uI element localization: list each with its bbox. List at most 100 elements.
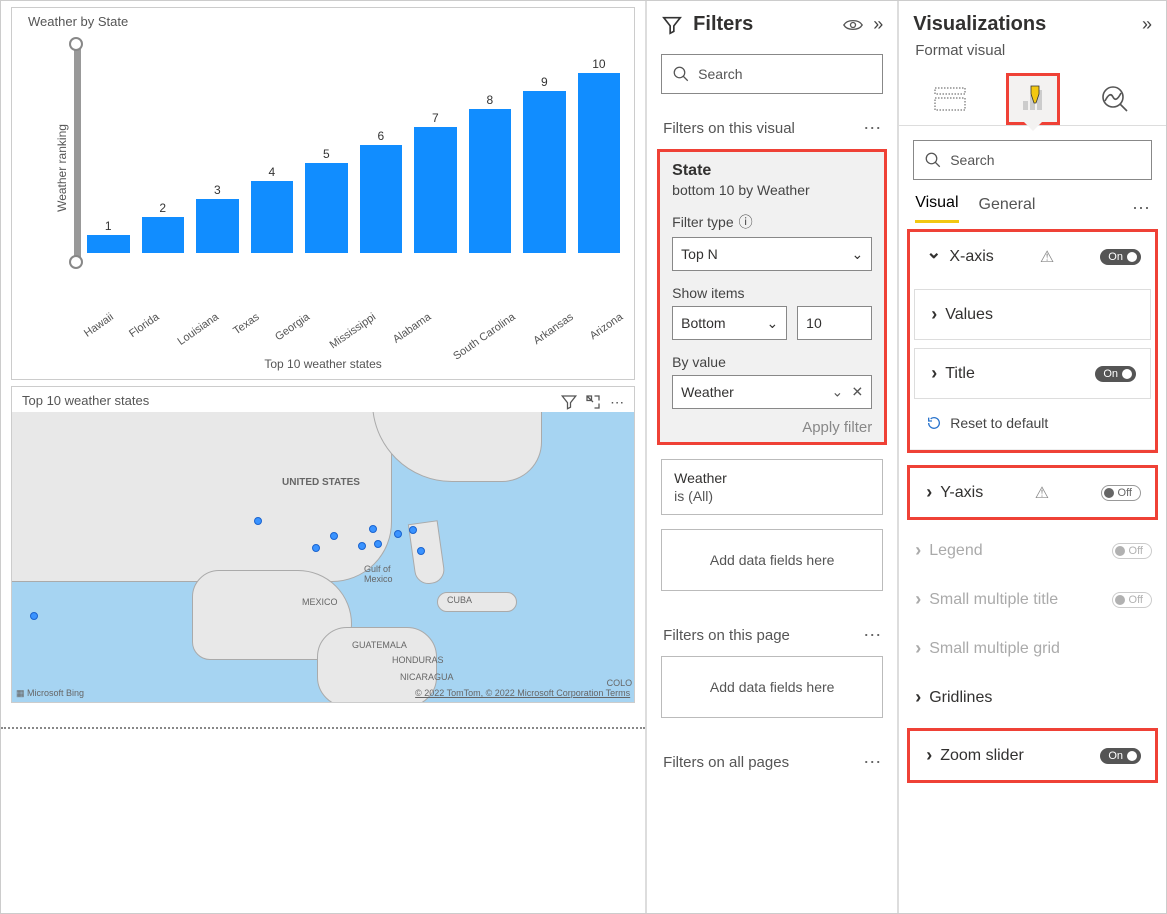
more-options-icon[interactable]: ⋯ bbox=[606, 391, 628, 413]
more-icon[interactable]: ⋯ bbox=[863, 752, 881, 773]
canvas-divider bbox=[1, 727, 645, 729]
bar-rect bbox=[87, 235, 130, 253]
eye-icon[interactable] bbox=[843, 18, 863, 32]
more-icon[interactable]: ⋯ bbox=[863, 625, 881, 646]
filter-weather-desc: is (All) bbox=[674, 488, 870, 504]
filter-card-state[interactable]: State bottom 10 by Weather Filter type ⓘ… bbox=[657, 149, 887, 445]
bar-value: 10 bbox=[592, 57, 605, 71]
map-visual[interactable]: Top 10 weather states ⋯ UNITED STATES ME… bbox=[11, 386, 635, 703]
bar-value: 8 bbox=[487, 93, 494, 107]
map-dot[interactable] bbox=[30, 612, 38, 620]
more-icon[interactable]: ⋯ bbox=[863, 118, 881, 139]
map-dot[interactable] bbox=[330, 532, 338, 540]
prop-title[interactable]: Title On bbox=[915, 349, 1150, 398]
bar-louisiana[interactable]: 3 bbox=[196, 183, 239, 253]
bar-rect bbox=[414, 127, 457, 253]
warning-icon: ⚠ bbox=[1040, 247, 1054, 267]
show-items-count-input[interactable]: 10 bbox=[797, 306, 872, 340]
collapse-icon[interactable]: » bbox=[1142, 14, 1152, 35]
x-label: South Carolina bbox=[451, 311, 539, 394]
visualizations-title: Visualizations bbox=[913, 13, 1142, 36]
chevron-down-icon: ⌄ bbox=[766, 315, 778, 332]
chevron-down-icon[interactable]: ⌄ bbox=[831, 384, 843, 401]
tab-general[interactable]: General bbox=[979, 196, 1036, 222]
bar-value: 7 bbox=[432, 111, 439, 125]
apply-filter-button[interactable]: Apply filter bbox=[672, 409, 872, 436]
bar-arizona[interactable]: 10 bbox=[578, 57, 621, 253]
zoom-slider-track[interactable] bbox=[74, 43, 81, 263]
search-placeholder: Search bbox=[950, 152, 994, 168]
map-dot[interactable] bbox=[358, 542, 366, 550]
bar-chart-visual[interactable]: Weather by State Weather ranking 1 2 3 4 5 6 7… bbox=[11, 7, 635, 380]
bar-rect bbox=[523, 91, 566, 253]
map-credit-terms[interactable]: © 2022 TomTom, © 2022 Microsoft Corporat… bbox=[415, 688, 630, 699]
info-icon[interactable]: ⓘ bbox=[739, 212, 753, 232]
toggle-title[interactable]: On bbox=[1095, 366, 1136, 382]
bar-rect bbox=[251, 181, 294, 253]
map-dot[interactable] bbox=[409, 526, 417, 534]
map-dot[interactable] bbox=[374, 540, 382, 548]
analytics-tab-icon[interactable] bbox=[1088, 73, 1142, 125]
bar-value: 3 bbox=[214, 183, 221, 197]
bar-texas[interactable]: 4 bbox=[251, 165, 294, 253]
add-fields-visual[interactable]: Add data fields here bbox=[661, 529, 883, 591]
bar-value: 6 bbox=[377, 129, 384, 143]
prop-zoom-slider[interactable]: Zoom slider On bbox=[910, 731, 1155, 780]
prop-gridlines[interactable]: Gridlines bbox=[899, 673, 1166, 722]
bar-florida[interactable]: 2 bbox=[142, 201, 185, 253]
bar-value: 1 bbox=[105, 219, 112, 233]
chevron-right-icon bbox=[931, 363, 937, 384]
prop-xaxis[interactable]: X-axis ⚠ On bbox=[910, 232, 1155, 281]
build-visual-tab-icon[interactable] bbox=[923, 73, 977, 125]
format-visual-tab-icon[interactable] bbox=[1006, 73, 1060, 125]
section-all-filters: Filters on all pages bbox=[663, 754, 789, 771]
bar-value: 5 bbox=[323, 147, 330, 161]
toggle-zoom-slider[interactable]: On bbox=[1100, 748, 1141, 764]
chevron-right-icon bbox=[926, 482, 932, 503]
focus-mode-icon[interactable] bbox=[582, 391, 604, 413]
tab-visual[interactable]: Visual bbox=[915, 194, 958, 223]
filter-card-weather[interactable]: Weather is (All) bbox=[661, 459, 883, 515]
show-items-label: Show items bbox=[672, 285, 872, 301]
filters-search[interactable]: Search bbox=[661, 54, 883, 94]
collapse-icon[interactable]: » bbox=[873, 14, 883, 35]
map-body[interactable]: UNITED STATES MEXICO Gulf of Mexico CUBA… bbox=[12, 412, 634, 702]
map-dot[interactable] bbox=[394, 530, 402, 538]
map-label-color-trunc: COLO bbox=[607, 678, 633, 688]
toggle-xaxis[interactable]: On bbox=[1100, 249, 1141, 265]
y-axis-label: Weather ranking bbox=[55, 124, 69, 212]
filter-icon[interactable] bbox=[558, 391, 580, 413]
map-dot[interactable] bbox=[417, 547, 425, 555]
show-items-direction-select[interactable]: Bottom ⌄ bbox=[672, 306, 787, 340]
map-dot[interactable] bbox=[312, 544, 320, 552]
map-dot[interactable] bbox=[369, 525, 377, 533]
more-icon[interactable]: ⋯ bbox=[1132, 198, 1150, 219]
prop-yaxis[interactable]: Y-axis ⚠ Off bbox=[910, 468, 1155, 517]
by-value-field-well[interactable]: Weather ⌄ ✕ bbox=[672, 375, 872, 409]
chevron-right-icon bbox=[915, 540, 921, 561]
chevron-down-icon: ⌄ bbox=[851, 246, 863, 263]
bar-georgia[interactable]: 5 bbox=[305, 147, 348, 253]
bar-rect bbox=[469, 109, 512, 253]
filter-type-select[interactable]: Top N ⌄ bbox=[672, 237, 872, 271]
bar-alabama[interactable]: 7 bbox=[414, 111, 457, 253]
prop-values[interactable]: Values bbox=[915, 290, 1150, 339]
toggle-yaxis[interactable]: Off bbox=[1101, 485, 1141, 501]
bar-rect bbox=[360, 145, 403, 253]
chart-title: Weather by State bbox=[18, 14, 628, 33]
bar-hawaii[interactable]: 1 bbox=[87, 219, 130, 253]
format-visual-subtitle: Format visual bbox=[899, 40, 1166, 67]
filter-type-label: Filter type bbox=[672, 214, 733, 230]
zoom-slider-handle-bottom[interactable] bbox=[69, 255, 83, 269]
reset-to-default[interactable]: Reset to default bbox=[910, 403, 1155, 450]
map-dot[interactable] bbox=[254, 517, 262, 525]
bar-mississippi[interactable]: 6 bbox=[360, 129, 403, 253]
add-fields-page[interactable]: Add data fields here bbox=[661, 656, 883, 718]
filters-pane: Filters » Search Filters on this visual … bbox=[646, 1, 898, 913]
remove-field-icon[interactable]: ✕ bbox=[851, 384, 863, 401]
bar-arkansas[interactable]: 9 bbox=[523, 75, 566, 253]
format-search[interactable]: Search bbox=[913, 140, 1152, 180]
report-canvas: Weather by State Weather ranking 1 2 3 4 5 6 7… bbox=[1, 1, 646, 913]
bar-south-carolina[interactable]: 8 bbox=[469, 93, 512, 253]
zoom-slider-handle-top[interactable] bbox=[69, 37, 83, 51]
